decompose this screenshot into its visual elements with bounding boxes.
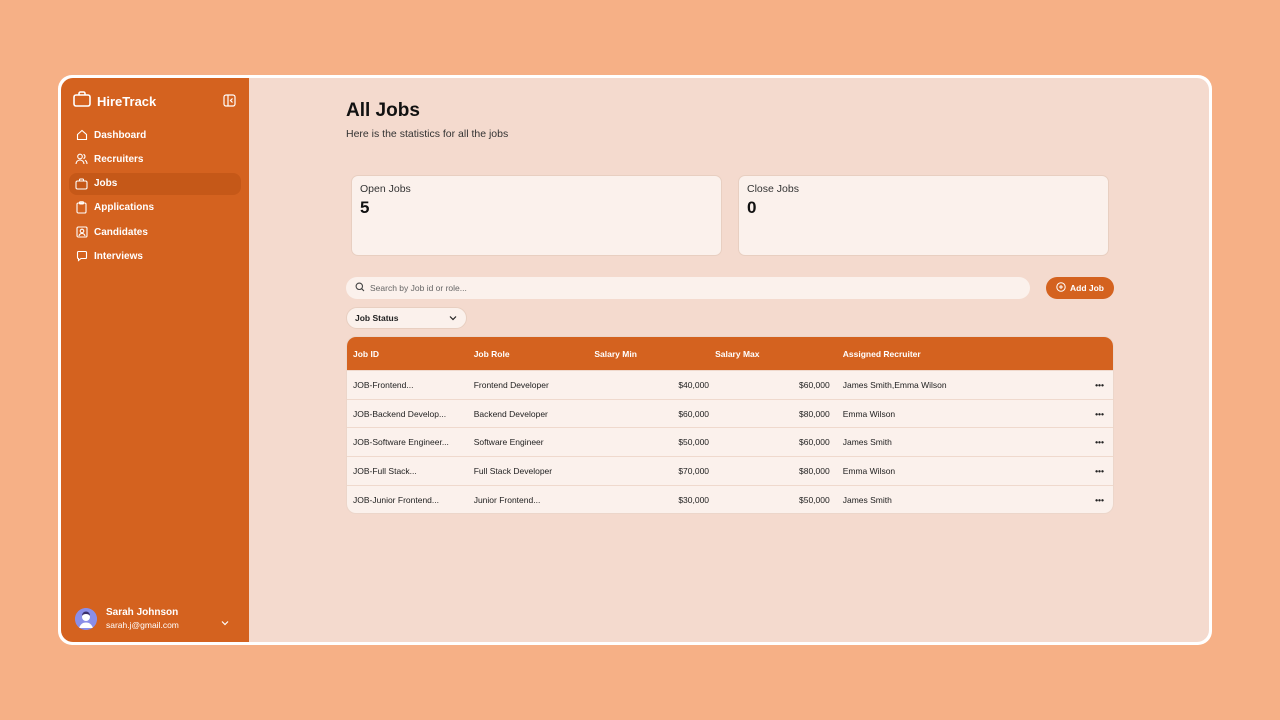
message-icon <box>75 250 88 263</box>
page-title: All Jobs <box>346 100 420 121</box>
sidebar-item-label: Candidates <box>94 226 148 238</box>
user-email: sarah.j@gmail.com <box>106 620 179 630</box>
sidebar-item-label: Interviews <box>94 250 143 262</box>
stat-label: Open Jobs <box>360 183 411 195</box>
brand: HireTrack <box>73 91 156 112</box>
table-row[interactable]: JOB-Junior Frontend... Junior Frontend...… <box>347 484 1113 514</box>
users-icon <box>75 153 88 166</box>
chevron-down-icon[interactable] <box>221 613 229 631</box>
stat-label: Close Jobs <box>747 183 799 195</box>
collapse-sidebar-button[interactable] <box>222 93 236 107</box>
app-window: HireTrack Dashboard Recruiters Jobs Appl… <box>61 78 1209 642</box>
job-status-label: Job Status <box>355 313 399 323</box>
search-icon <box>355 279 365 297</box>
header-job-id[interactable]: Job ID <box>347 349 468 359</box>
search-bar[interactable] <box>346 277 1030 299</box>
row-actions-button[interactable]: ••• <box>1059 380 1113 390</box>
cell-assigned-recruiter: James Smith <box>842 437 892 448</box>
cell-job-role: Full Stack Developer <box>473 465 553 476</box>
table-body: JOB-Frontend... Frontend Developer $40,000… <box>347 370 1113 513</box>
sidebar-item-interviews[interactable]: Interviews <box>69 245 241 267</box>
cell-assigned-recruiter: Emma Wilson <box>842 408 896 419</box>
brand-name: HireTrack <box>97 94 157 109</box>
stat-value: 5 <box>360 198 370 217</box>
cell-salary-max: $60,000 <box>798 437 830 448</box>
cell-salary-min: $30,000 <box>678 494 710 505</box>
plus-circle-icon <box>1056 282 1066 294</box>
stat-value: 0 <box>747 198 757 217</box>
page-subtitle: Here is the statistics for all the jobs <box>346 128 509 140</box>
sidebar-item-recruiters[interactable]: Recruiters <box>69 148 241 170</box>
table-row[interactable]: JOB-Software Engineer... Software Enginee… <box>347 427 1113 456</box>
open-jobs-card: Open Jobs 5 <box>351 175 722 256</box>
cell-salary-min: $50,000 <box>678 437 710 448</box>
clipboard-icon <box>75 201 88 214</box>
sidebar: HireTrack Dashboard Recruiters Jobs Appl… <box>61 78 249 642</box>
briefcase-icon <box>75 177 88 190</box>
cell-salary-min: $60,000 <box>678 408 710 419</box>
table-row[interactable]: JOB-Full Stack... Full Stack Developer $70… <box>347 456 1113 485</box>
user-profile[interactable]: Sarah Johnson sarah.j@gmail.com <box>75 607 235 631</box>
cell-job-role: Junior Frontend... <box>473 494 541 505</box>
cell-job-id: JOB-Frontend... <box>353 379 414 390</box>
row-actions-button[interactable]: ••• <box>1059 409 1113 419</box>
sidebar-item-label: Dashboard <box>94 129 147 141</box>
close-jobs-card: Close Jobs 0 <box>738 175 1109 256</box>
sidebar-item-candidates[interactable]: Candidates <box>69 221 241 243</box>
add-job-button[interactable]: Add Job <box>1046 277 1114 299</box>
table-row[interactable]: JOB-Frontend... Frontend Developer $40,000… <box>347 370 1113 399</box>
user-avatar-icon <box>75 608 97 630</box>
sidebar-item-label: Jobs <box>94 178 118 190</box>
sidebar-item-jobs[interactable]: Jobs <box>69 172 241 195</box>
cell-job-id: JOB-Junior Frontend... <box>353 494 439 505</box>
cell-salary-max: $80,000 <box>798 465 830 476</box>
cell-job-role: Backend Developer <box>473 408 548 419</box>
contact-icon <box>75 226 88 239</box>
jobs-table: Job ID Job Role Salary Min Salary Max As… <box>346 336 1114 515</box>
user-name: Sarah Johnson <box>106 607 179 618</box>
job-status-select[interactable]: Job Status <box>346 307 467 329</box>
avatar <box>75 608 97 630</box>
cell-job-id: JOB-Backend Develop... <box>353 408 447 419</box>
home-icon <box>75 129 88 142</box>
cell-salary-min: $70,000 <box>678 465 710 476</box>
cell-salary-max: $50,000 <box>798 494 830 505</box>
row-actions-button[interactable]: ••• <box>1059 466 1113 476</box>
app-frame: HireTrack Dashboard Recruiters Jobs Appl… <box>58 75 1212 645</box>
chevron-down-icon <box>449 313 457 323</box>
header-salary-max[interactable]: Salary Max <box>709 349 830 359</box>
cell-salary-max: $60,000 <box>798 379 830 390</box>
add-job-label: Add Job <box>1070 283 1104 293</box>
row-actions-button[interactable]: ••• <box>1059 495 1113 505</box>
main-content: All Jobs Here is the statistics for all … <box>249 78 1209 642</box>
sidebar-item-applications[interactable]: Applications <box>69 197 241 219</box>
header-salary-min[interactable]: Salary Min <box>588 349 709 359</box>
cell-job-id: JOB-Full Stack... <box>353 465 417 476</box>
briefcase-logo-icon <box>73 91 91 112</box>
row-actions-button[interactable]: ••• <box>1059 437 1113 447</box>
table-header: Job ID Job Role Salary Min Salary Max As… <box>347 337 1113 370</box>
header-assigned-recruiter[interactable]: Assigned Recruiter <box>830 349 1059 359</box>
cell-assigned-recruiter: Emma Wilson <box>842 465 896 476</box>
sidebar-item-label: Applications <box>94 202 155 214</box>
search-input[interactable] <box>370 283 1010 293</box>
cell-job-role: Frontend Developer <box>473 379 549 390</box>
sidebar-nav: Dashboard Recruiters Jobs Applications C… <box>69 124 241 270</box>
sidebar-item-label: Recruiters <box>94 153 144 165</box>
table-row[interactable]: JOB-Backend Develop... Backend Developer $… <box>347 398 1113 428</box>
sidebar-collapse-icon <box>222 93 236 107</box>
cell-job-role: Software Engineer <box>473 437 544 448</box>
sidebar-item-dashboard[interactable]: Dashboard <box>69 124 241 146</box>
cell-assigned-recruiter: James Smith,Emma Wilson <box>842 379 947 390</box>
cell-salary-min: $40,000 <box>678 379 710 390</box>
cell-salary-max: $80,000 <box>798 408 830 419</box>
header-job-role[interactable]: Job Role <box>468 349 589 359</box>
cell-assigned-recruiter: James Smith <box>842 494 892 505</box>
cell-job-id: JOB-Software Engineer... <box>353 437 449 448</box>
